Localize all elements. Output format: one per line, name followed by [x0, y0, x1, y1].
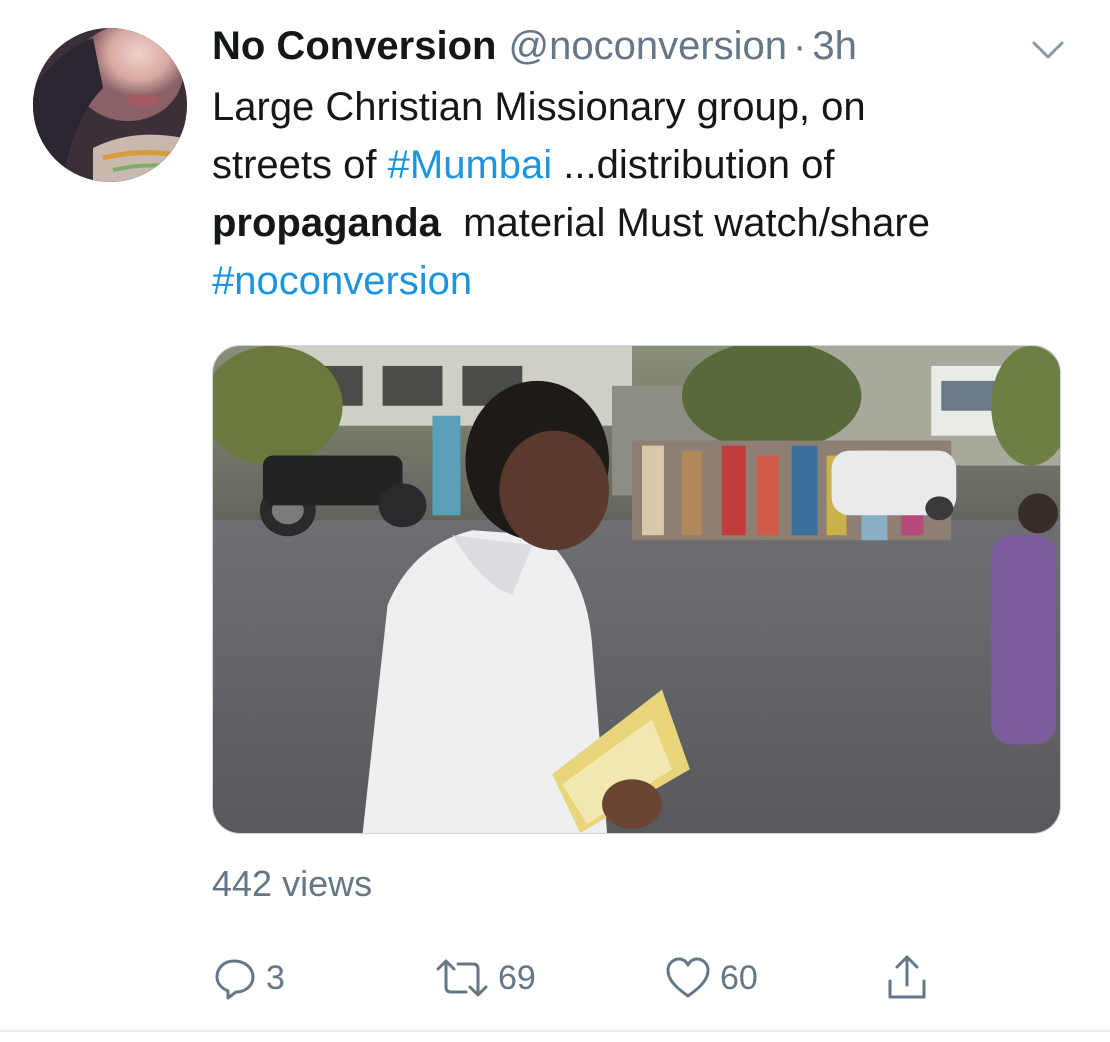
tweet-timestamp[interactable]: 3h: [812, 24, 857, 68]
tweet-text-fragment: streets of: [212, 143, 388, 187]
video-thumbnail: [213, 346, 1060, 833]
retweet-count: 69: [498, 958, 536, 997]
avatar-image: [33, 28, 187, 182]
hashtag-link[interactable]: #noconversion: [212, 259, 472, 303]
video-player[interactable]: [212, 345, 1061, 834]
share-icon: [884, 953, 930, 1003]
tweet-header: No Conversion @noconversion · 3h: [212, 22, 857, 70]
view-count: 442 views: [212, 863, 373, 904]
tweet-text-line: propaganda material Must watch/share: [212, 194, 1072, 252]
tweet-text-line: Large Christian Missionary group, on: [212, 85, 866, 129]
reply-icon: [212, 955, 258, 1001]
tweet: No Conversion @noconversion · 3h Large Chri…: [0, 0, 1110, 1042]
author-display-name[interactable]: No Conversion: [212, 24, 496, 68]
author-handle[interactable]: @noconversion: [508, 24, 787, 68]
share-button[interactable]: [884, 950, 930, 1006]
tweet-actions: 3 69 60: [212, 950, 972, 1006]
tweet-text-fragment: ...distribution of: [552, 143, 835, 187]
chevron-down-icon[interactable]: [1030, 38, 1066, 62]
hashtag-link[interactable]: #Mumbai: [388, 143, 553, 187]
like-count: 60: [720, 958, 758, 997]
separator-dot: ·: [793, 24, 807, 68]
divider: [0, 1030, 1110, 1032]
heart-icon: [664, 955, 712, 1001]
retweet-icon: [434, 955, 490, 1001]
tweet-text-line: streets of #Mumbai ...distribution of: [212, 136, 1072, 194]
like-button[interactable]: 60: [664, 950, 758, 1006]
tweet-text: Large Christian Missionary group, on str…: [212, 78, 1072, 310]
retweet-button[interactable]: 69: [434, 950, 536, 1006]
bold-text: propaganda: [212, 201, 441, 245]
tweet-text-line: #noconversion: [212, 252, 1072, 310]
tweet-text-fragment: material Must watch/share: [440, 201, 930, 245]
reply-button[interactable]: 3: [212, 950, 285, 1006]
avatar[interactable]: [33, 28, 187, 182]
reply-count: 3: [266, 958, 285, 997]
